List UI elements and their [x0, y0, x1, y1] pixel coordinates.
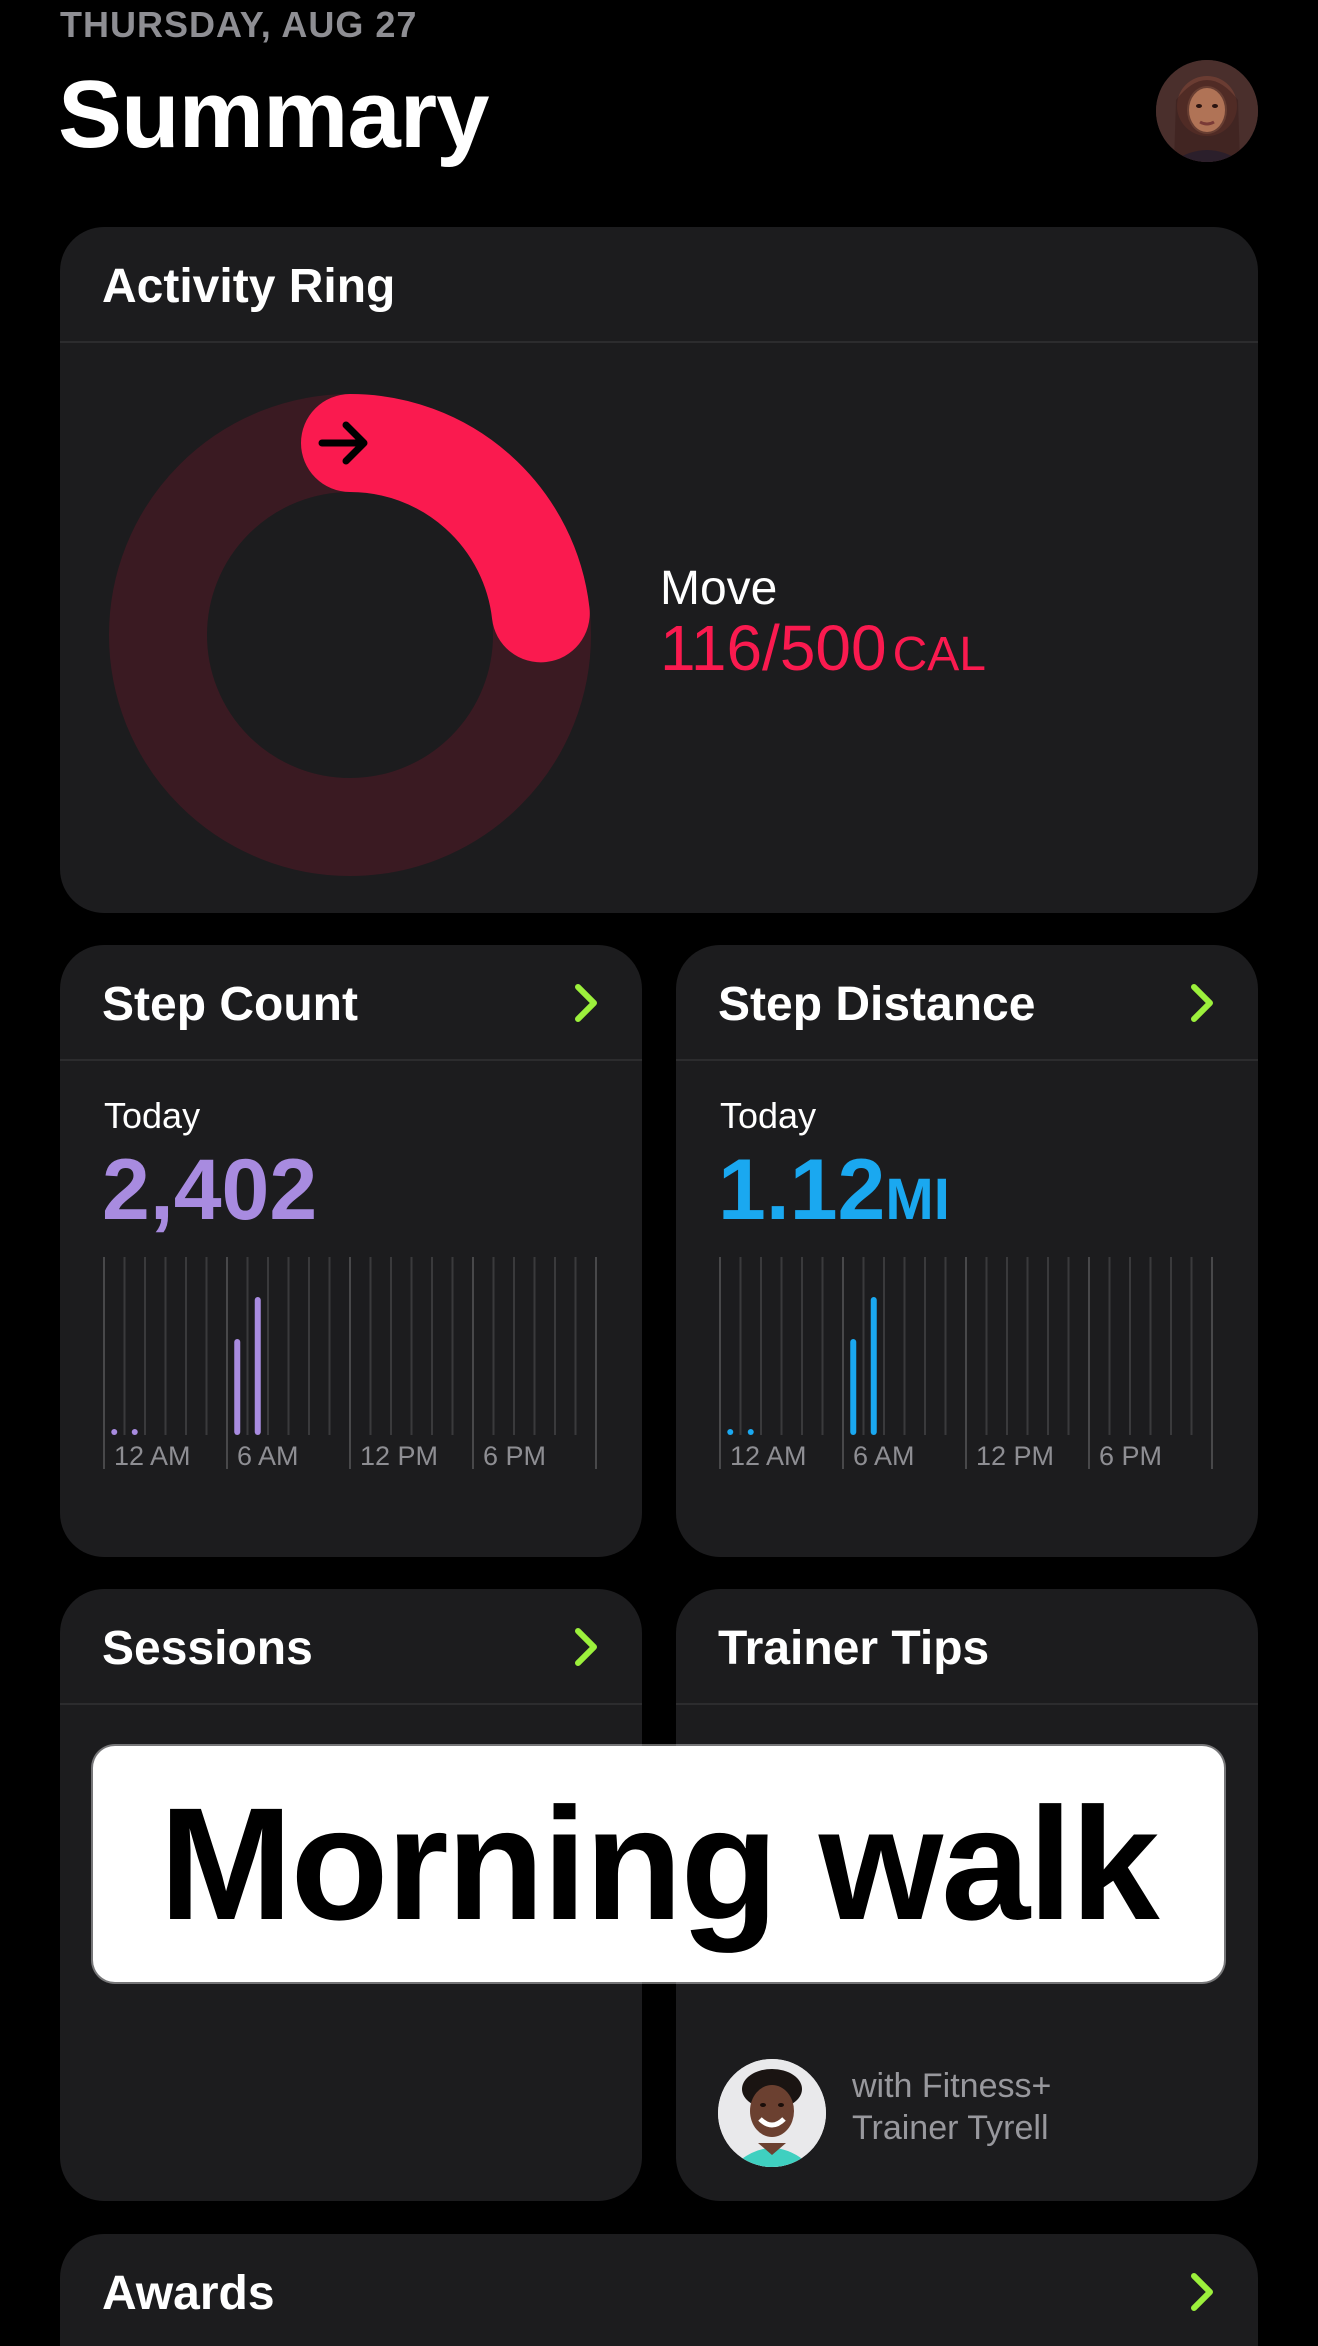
chart-bar: [131, 1429, 138, 1435]
chart-tick-label: 12 PM: [360, 1441, 438, 1471]
chart-tick-label: 6 AM: [853, 1441, 915, 1471]
chart-bar: [111, 1429, 118, 1435]
chart-bar: [850, 1339, 857, 1435]
step-count-value: 2,402: [102, 1142, 318, 1238]
step-distance-today-label: Today: [720, 1095, 817, 1136]
chart-tick-label: 12 AM: [114, 1441, 191, 1471]
date-label: THURSDAY, AUG 27: [60, 4, 418, 45]
awards-card[interactable]: Awards: [60, 2234, 1258, 2346]
step-distance-card[interactable]: Step Distance Today 1.12MI 12 AM 6 AM 12 P…: [676, 945, 1258, 1557]
chart-tick-label: 6 AM: [237, 1441, 299, 1471]
chart-tick-label: 6 PM: [483, 1441, 546, 1471]
trainer-photo: [718, 2059, 826, 2167]
sessions-header: Sessions: [60, 1589, 642, 1705]
move-label: Move: [660, 562, 778, 615]
step-count-card[interactable]: Step Count Today 2,402 12 AM 6 AM 12 PM 6 P…: [60, 945, 642, 1557]
chevron-right-icon[interactable]: [1186, 981, 1218, 1025]
step-distance-title: Step Distance: [718, 978, 1036, 1031]
step-count-chart: 12 AM 6 AM 12 PM 6 PM: [103, 1257, 597, 1471]
step-distance-value: 1.12MI: [718, 1141, 950, 1240]
profile-avatar[interactable]: [1156, 60, 1258, 162]
step-distance-chart: 12 AM 6 AM 12 PM 6 PM: [719, 1257, 1213, 1471]
trainer-avatar: [718, 2059, 826, 2167]
chart-bar: [727, 1429, 734, 1435]
chart-tick-label: 12 PM: [976, 1441, 1054, 1471]
chevron-right-icon[interactable]: [570, 981, 602, 1025]
step-count-header: Step Count: [60, 945, 642, 1061]
trainer-line-2: Trainer Tyrell: [852, 2109, 1049, 2147]
step-distance-number: 1.12: [718, 1142, 886, 1238]
step-distance-unit: MI: [885, 1167, 950, 1232]
caption-text: Morning walk: [159, 1774, 1159, 1953]
move-ring-progress: [301, 394, 590, 663]
chart-tick-label: 12 AM: [730, 1441, 807, 1471]
activity-ring-title: Activity Ring: [102, 260, 396, 313]
awards-title: Awards: [102, 2267, 275, 2320]
chart-bar: [254, 1297, 261, 1435]
move-ring-graphic: [109, 394, 591, 876]
chart-bar: [234, 1339, 241, 1435]
chevron-right-icon[interactable]: [570, 1625, 602, 1669]
chart-bar: [870, 1297, 877, 1435]
step-distance-header: Step Distance: [676, 945, 1258, 1061]
chart-tick-label: 6 PM: [1099, 1441, 1162, 1471]
awards-header: Awards: [60, 2234, 1258, 2346]
avatar-image: [1156, 60, 1258, 162]
move-calories: 116/500: [660, 612, 887, 684]
activity-ring-header: Activity Ring: [60, 227, 1258, 343]
step-count-title: Step Count: [102, 978, 358, 1031]
trainer-tips-title: Trainer Tips: [718, 1622, 990, 1675]
move-ring: [100, 385, 600, 885]
move-unit: CAL: [892, 628, 986, 681]
sessions-title: Sessions: [102, 1622, 313, 1675]
move-value: 116/500 CAL: [660, 611, 986, 685]
page-title: Summary: [58, 61, 490, 168]
activity-ring-card[interactable]: Activity Ring Move 116/500 CAL: [60, 227, 1258, 913]
step-count-today-label: Today: [104, 1095, 201, 1136]
chevron-right-icon[interactable]: [1186, 2270, 1218, 2314]
chart-bar: [747, 1429, 754, 1435]
caption-overlay: Morning walk: [93, 1746, 1224, 1982]
trainer-tips-header: Trainer Tips: [676, 1589, 1258, 1705]
trainer-line-1: with Fitness+: [852, 2067, 1052, 2105]
summary-screen: THURSDAY, AUG 27 Summary Activity Ring M…: [0, 0, 1318, 2346]
